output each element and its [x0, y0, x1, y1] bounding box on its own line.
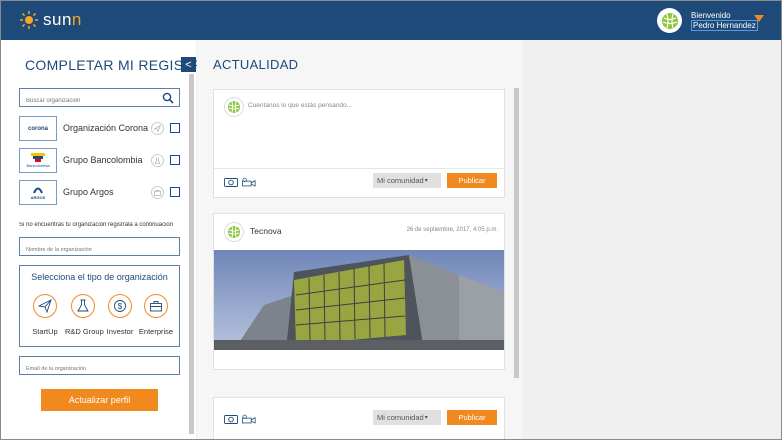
org-name: Grupo Bancolombia: [63, 155, 143, 165]
sphere-logo-icon: [228, 225, 240, 239]
org-logo-corona: corona: [19, 116, 57, 141]
org-name: Grupo Argos: [63, 187, 114, 197]
org-type-title: Selecciona el tipo de organización: [31, 272, 168, 282]
register-hint: Si no encuentras tu organización registr…: [19, 222, 174, 228]
top-bar: sunn Bienvenido Pedro Hernandez: [1, 1, 781, 40]
app-window: sunn Bienvenido Pedro Hernandez COMPLETA…: [0, 0, 782, 440]
org-logo-bancolombia: Bancolombia: [19, 148, 57, 173]
org-logo-text: Bancolombia: [26, 163, 50, 168]
org-email-field[interactable]: [19, 356, 180, 378]
video-camera-icon[interactable]: [242, 414, 256, 424]
type-option-rd-group[interactable]: R&D Group: [65, 294, 104, 336]
community-select[interactable]: Mi comunidad ▾: [373, 410, 441, 425]
chevron-down-icon: ▾: [424, 415, 428, 421]
camera-icon[interactable]: [224, 414, 238, 424]
org-search-input[interactable]: [20, 92, 160, 110]
publish-button[interactable]: Publicar: [447, 173, 497, 188]
post-composer-secondary: Mi comunidad ▾ Publicar: [213, 397, 505, 439]
sunn-logo[interactable]: sunn: [19, 10, 82, 30]
feed-scrollbar[interactable]: [514, 88, 519, 378]
type-label: Investor: [106, 327, 134, 336]
brand-name-prefix: sun: [43, 10, 72, 29]
dollar-icon: $: [108, 294, 132, 318]
news-feed-panel: ACTUALIDAD Cuentanos lo que estás pensan…: [197, 40, 522, 439]
org-name-input[interactable]: [20, 241, 175, 259]
user-avatar[interactable]: [657, 8, 682, 33]
flask-icon: [71, 294, 95, 318]
author-avatar: [224, 97, 244, 117]
org-checkbox[interactable]: [170, 187, 180, 197]
feed-title: ACTUALIDAD: [213, 57, 299, 72]
org-checkbox[interactable]: [170, 123, 180, 133]
greeting: Bienvenido: [691, 11, 731, 20]
org-logo-argos: ARGOS: [19, 180, 57, 205]
left-scrollbar[interactable]: [189, 74, 194, 434]
composer-input[interactable]: Cuentanos lo que estás pensando...: [248, 102, 352, 109]
community-label: Mi comunidad: [377, 176, 424, 185]
user-name[interactable]: Pedro Hernandez: [691, 20, 758, 31]
search-icon[interactable]: [162, 92, 174, 104]
post-author[interactable]: Tecnova: [250, 226, 282, 236]
paper-plane-icon: [33, 294, 57, 318]
bancolombia-logo-icon: [31, 153, 45, 162]
org-name: Organización Corona: [63, 123, 149, 133]
community-label: Mi comunidad: [377, 413, 424, 422]
user-menu-caret-icon[interactable]: [754, 15, 764, 22]
type-option-investor[interactable]: $ Investor: [102, 294, 138, 336]
org-name-field[interactable]: [19, 237, 180, 259]
update-profile-button[interactable]: Actualizar perfil: [41, 389, 158, 411]
type-label: R&D Group: [65, 327, 104, 336]
paper-plane-icon: [151, 122, 164, 135]
sphere-logo-icon: [661, 12, 678, 29]
org-search-box[interactable]: [19, 88, 180, 110]
org-email-input[interactable]: [20, 360, 175, 378]
org-type-selector: Selecciona el tipo de organización Start…: [19, 265, 180, 347]
publish-button[interactable]: Publicar: [447, 410, 497, 425]
type-label: Enterprise: [138, 327, 174, 336]
type-label: StartUp: [32, 327, 58, 336]
svg-text:$: $: [118, 302, 123, 311]
org-row[interactable]: corona Organización Corona: [19, 116, 184, 141]
author-avatar[interactable]: [224, 222, 244, 242]
feed-post: Tecnova 26 de septiembre, 2017, 4:05 p.m…: [213, 213, 505, 370]
post-image-building[interactable]: [214, 250, 504, 350]
type-option-startup[interactable]: StartUp: [27, 294, 63, 336]
briefcase-icon: [151, 186, 164, 199]
video-camera-icon[interactable]: [242, 177, 256, 187]
post-composer: Cuentanos lo que estás pensando... Mi co…: [213, 89, 505, 198]
org-logo-text: corona: [27, 125, 48, 132]
org-row[interactable]: Bancolombia Grupo Bancolombia: [19, 148, 184, 173]
brand-name: sunn: [43, 10, 82, 30]
briefcase-icon: [144, 294, 168, 318]
chevron-down-icon: ▾: [424, 178, 428, 184]
collapse-panel-button[interactable]: <: [181, 57, 196, 72]
post-date: 26 de septiembre, 2017, 4:05 p.m.: [406, 227, 498, 233]
community-select[interactable]: Mi comunidad ▾: [373, 173, 441, 188]
org-checkbox[interactable]: [170, 155, 180, 165]
sphere-logo-icon: [228, 100, 240, 114]
org-row[interactable]: ARGOS Grupo Argos: [19, 180, 184, 205]
brand-name-suffix: n: [71, 10, 82, 29]
argos-logo-icon: [33, 187, 43, 193]
camera-icon[interactable]: [224, 177, 238, 187]
org-logo-text: ARGOS: [30, 194, 46, 200]
flask-icon: [151, 154, 164, 167]
type-option-enterprise[interactable]: Enterprise: [138, 294, 174, 336]
composer-divider: [214, 168, 504, 169]
sun-icon: [20, 11, 38, 29]
registration-panel: COMPLETAR MI REGISTRO < corona Organizac…: [1, 40, 214, 439]
right-panel: [522, 40, 781, 439]
